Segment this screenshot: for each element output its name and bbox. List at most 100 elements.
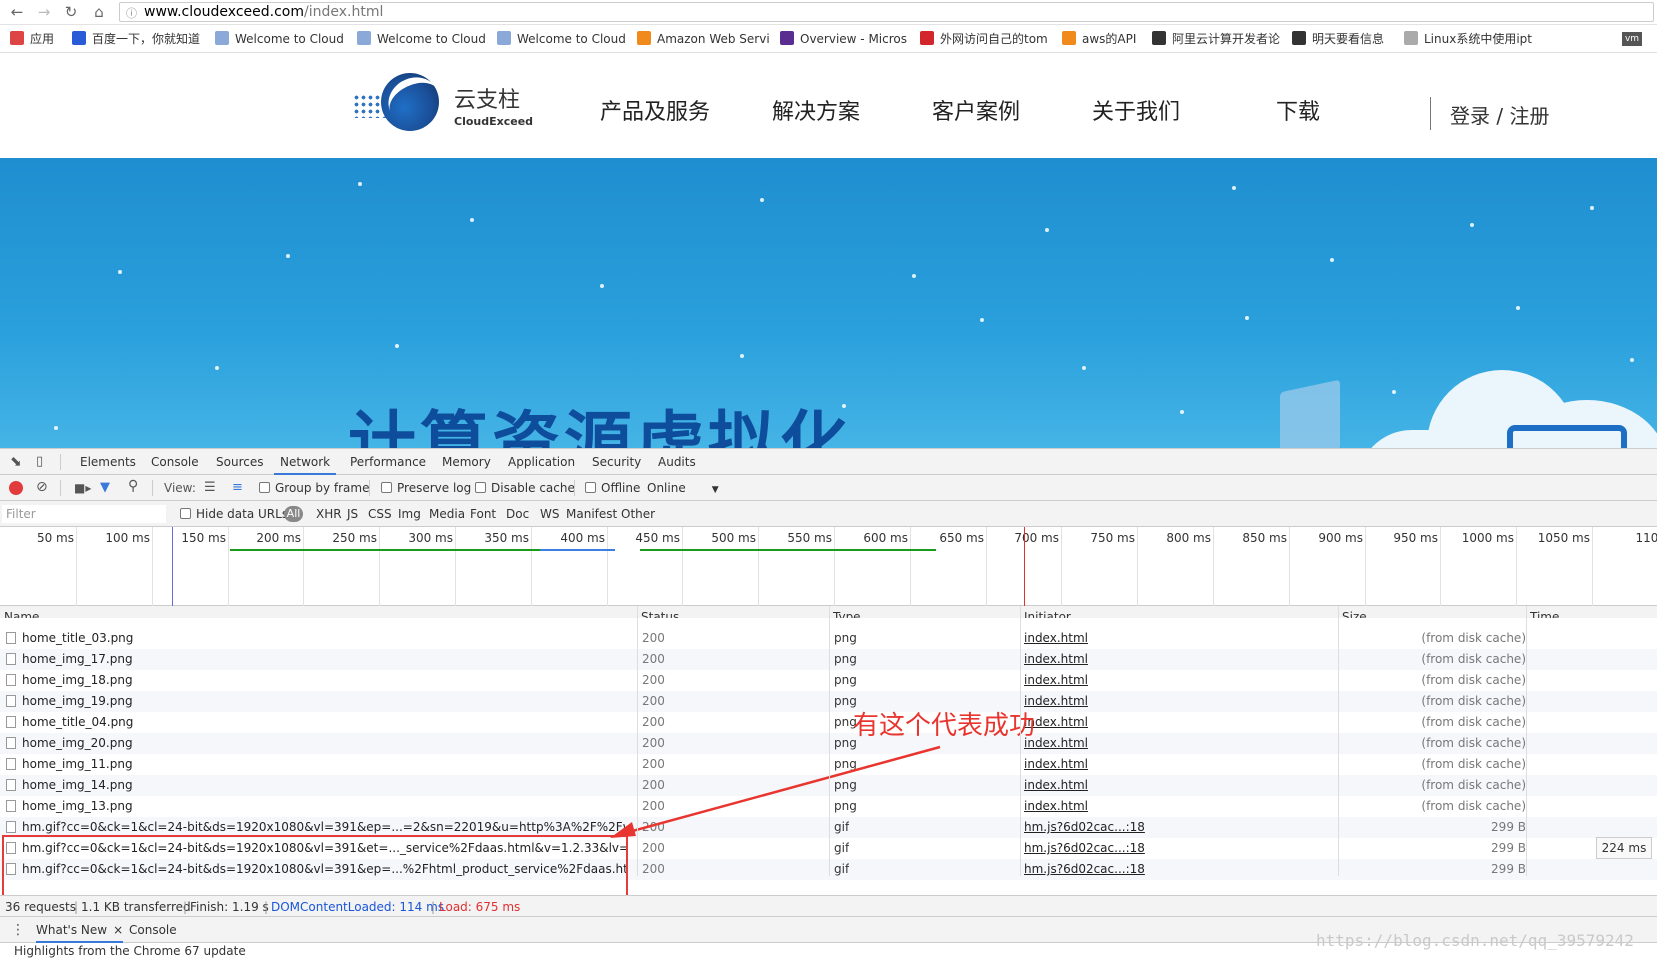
offline-checkbox[interactable]: Offline — [585, 480, 640, 496]
drawer-tab-whats-new[interactable]: What's New × — [36, 917, 124, 943]
logo-text-cn[interactable]: 云支柱 — [454, 82, 520, 114]
bookmark-item[interactable]: aws的API — [1062, 29, 1136, 49]
preserve-log-checkbox[interactable]: Preserve log — [381, 480, 471, 496]
bookmark-overflow-icon[interactable]: vm — [1622, 32, 1642, 46]
request-name-text: home_title_04.png — [22, 715, 134, 729]
home-icon[interactable]: ⌂ — [88, 2, 110, 22]
star-decoration — [1470, 223, 1474, 227]
device-toolbar-icon[interactable]: ▯ — [30, 449, 49, 475]
tab-audits[interactable]: Audits — [652, 449, 702, 475]
nav-about[interactable]: 关于我们 — [1092, 94, 1180, 126]
bookmark-item[interactable]: Welcome to Cloud — [357, 29, 486, 49]
filter-type-ws[interactable]: WS — [540, 506, 559, 522]
info-icon[interactable]: ⓘ — [126, 5, 137, 23]
bookmark-item[interactable]: Welcome to Cloud — [215, 29, 344, 49]
tab-security[interactable]: Security — [586, 449, 647, 475]
tab-console[interactable]: Console — [145, 449, 205, 475]
bookmark-item[interactable]: 阿里云计算开发者论 — [1152, 29, 1280, 49]
network-toolbar: ⊘ ■▸ ▼ ⚲ View: ☰ ≡ Group by frame Preser… — [0, 475, 1657, 501]
bookmark-favicon-icon — [1404, 31, 1418, 45]
large-rows-icon[interactable]: ☰ — [204, 480, 216, 496]
login-register-link[interactable]: 登录 / 注册 — [1450, 100, 1549, 129]
preserve-log-label: Preserve log — [397, 481, 472, 495]
nav-solutions[interactable]: 解决方案 — [772, 94, 860, 126]
request-initiator-link[interactable]: index.html — [1024, 649, 1088, 670]
request-initiator-link[interactable]: index.html — [1024, 754, 1088, 775]
tab-performance[interactable]: Performance — [344, 449, 432, 475]
hide-data-urls-checkbox[interactable]: Hide data URLs — [180, 506, 288, 522]
throttling-select[interactable]: Online ▼ — [647, 480, 719, 496]
reload-icon[interactable]: ↻ — [60, 2, 82, 22]
filter-type-media[interactable]: Media — [429, 506, 465, 522]
bookmark-item[interactable]: Linux系统中使用ipt — [1404, 29, 1532, 49]
inspect-element-icon[interactable]: ⬊ — [4, 449, 28, 475]
tab-sources[interactable]: Sources — [210, 449, 269, 475]
request-name[interactable]: home_img_19.png — [6, 691, 626, 712]
clear-icon[interactable]: ⊘ — [36, 479, 48, 495]
bookmark-item[interactable]: 百度一下，你就知道 — [72, 29, 200, 49]
capture-screenshots-icon[interactable]: ■▸ — [74, 480, 91, 496]
nav-cases[interactable]: 客户案例 — [932, 94, 1020, 126]
filter-type-img[interactable]: Img — [398, 506, 421, 522]
bookmark-item[interactable]: Welcome to Cloud — [497, 29, 626, 49]
tab-memory[interactable]: Memory — [436, 449, 497, 475]
filter-type-css[interactable]: CSS — [368, 506, 392, 522]
url-input[interactable]: ⓘ www.cloudexceed.com/index.html — [119, 2, 1654, 22]
timeline-tick-label: 1000 ms — [1461, 531, 1514, 545]
search-icon[interactable]: ⚲ — [128, 478, 138, 494]
request-initiator-link[interactable]: index.html — [1024, 628, 1088, 649]
load-time: Load: 675 ms — [439, 900, 521, 914]
more-menu-icon[interactable]: ⋮ — [11, 917, 25, 943]
request-initiator-link[interactable]: hm.js?6d02cac...:18 — [1024, 859, 1145, 880]
filter-type-other[interactable]: Other — [621, 506, 655, 522]
request-name[interactable]: home_img_14.png — [6, 775, 626, 796]
filter-icon[interactable]: ▼ — [100, 480, 110, 496]
record-icon[interactable] — [9, 481, 23, 495]
filter-type-js[interactable]: JS — [347, 506, 358, 522]
request-initiator-link[interactable]: index.html — [1024, 796, 1088, 817]
request-name[interactable]: home_title_04.png — [6, 712, 626, 733]
tab-application[interactable]: Application — [502, 449, 581, 475]
request-type: gif — [834, 862, 850, 876]
timeline-tick-label: 400 ms — [560, 531, 605, 545]
nav-products[interactable]: 产品及服务 — [600, 94, 710, 126]
close-icon[interactable]: × — [113, 923, 123, 937]
forward-icon[interactable]: → — [33, 2, 55, 22]
bookmark-item[interactable]: Overview - Micros — [780, 29, 907, 49]
request-initiator-link[interactable]: index.html — [1024, 670, 1088, 691]
request-initiator-link[interactable]: index.html — [1024, 775, 1088, 796]
logo-text-en[interactable]: CloudExceed — [454, 115, 533, 128]
filter-type-xhr[interactable]: XHR — [316, 506, 342, 522]
bookmark-item[interactable]: Amazon Web Servi — [637, 29, 770, 49]
request-initiator-link[interactable]: hm.js?6d02cac...:18 — [1024, 838, 1145, 859]
hero-banner: 计算资源虚拟化 — [0, 158, 1657, 448]
request-name[interactable]: home_title_03.png — [6, 628, 626, 649]
filter-input[interactable]: Filter — [2, 505, 166, 523]
request-name[interactable]: home_img_13.png — [6, 796, 626, 817]
request-name[interactable]: home_img_11.png — [6, 754, 626, 775]
filter-type-manifest[interactable]: Manifest — [566, 506, 617, 522]
timeline-gridline — [834, 527, 835, 606]
waterfall-icon[interactable]: ≡ — [232, 480, 243, 496]
group-by-frame-checkbox[interactable]: Group by frame — [259, 480, 369, 496]
request-type: png — [834, 673, 857, 687]
request-name[interactable]: home_img_17.png — [6, 649, 626, 670]
tab-elements[interactable]: Elements — [74, 449, 142, 475]
disable-cache-checkbox[interactable]: Disable cache — [475, 480, 575, 496]
request-name[interactable]: home_img_18.png — [6, 670, 626, 691]
request-status: 200 — [642, 715, 665, 729]
nav-download[interactable]: 下载 — [1276, 94, 1320, 126]
back-icon[interactable]: ← — [6, 2, 28, 22]
network-timeline-overview[interactable]: 50 ms 100 ms 150 ms 200 ms 250 ms 300 ms 350 m… — [0, 527, 1657, 606]
bookmark-item[interactable]: 外网访问自己的tom — [920, 29, 1048, 49]
request-initiator-link[interactable]: hm.js?6d02cac...:18 — [1024, 817, 1145, 838]
filter-all-button[interactable]: All — [284, 506, 303, 522]
bookmark-item[interactable]: 明天要看信息 — [1292, 29, 1384, 49]
filter-type-doc[interactable]: Doc — [506, 506, 529, 522]
tab-network[interactable]: Network — [274, 449, 337, 475]
filter-type-font[interactable]: Font — [470, 506, 496, 522]
drawer-tab-console[interactable]: Console — [129, 917, 177, 943]
bookmark-item[interactable]: 应用 — [10, 29, 54, 49]
star-decoration — [1330, 258, 1334, 262]
request-name[interactable]: home_img_20.png — [6, 733, 626, 754]
